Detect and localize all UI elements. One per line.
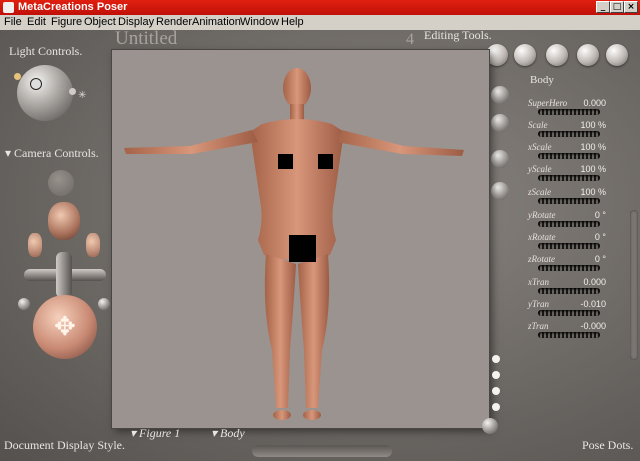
pose-dot[interactable]: [492, 403, 500, 411]
pose-dot[interactable]: [492, 355, 500, 363]
rotate-tool-icon[interactable]: [514, 44, 536, 66]
maximize-button[interactable]: □: [610, 1, 624, 13]
menu-figure[interactable]: Figure: [51, 16, 82, 28]
camera-vertical-bar[interactable]: [56, 252, 72, 298]
menu-render[interactable]: Render: [156, 16, 192, 28]
parameters-scrollbar[interactable]: [630, 210, 638, 360]
light-color-icon[interactable]: [14, 73, 21, 80]
sun-icon[interactable]: ✳: [78, 90, 86, 101]
pose-dot[interactable]: [492, 387, 500, 395]
param-dial[interactable]: [538, 153, 600, 159]
light-controls-label: Light Controls.: [9, 44, 83, 58]
param-dial[interactable]: [538, 310, 600, 316]
menu-object[interactable]: Object: [84, 16, 116, 28]
body-part-selector[interactable]: ▾ Body: [211, 426, 245, 441]
param-scale[interactable]: Scale 100 %: [528, 120, 608, 142]
document-display-style-label: Document Display Style.: [4, 438, 125, 452]
menu-window[interactable]: Window: [240, 16, 279, 28]
param-dial[interactable]: [538, 265, 600, 271]
param-dial[interactable]: [538, 288, 600, 294]
param-dial[interactable]: [538, 198, 600, 204]
right-hand-camera-icon[interactable]: [86, 233, 100, 257]
menu-animation[interactable]: Animation: [192, 16, 241, 28]
window-title: MetaCreations Poser: [18, 1, 128, 13]
document-counter: 4: [406, 31, 414, 48]
camera-option-icon[interactable]: [18, 298, 30, 310]
taper-tool-icon[interactable]: [577, 44, 599, 66]
figure-selector[interactable]: ▾ Figure 1: [130, 426, 180, 441]
camera-figure-icon[interactable]: [48, 170, 74, 196]
figure-render[interactable]: [112, 50, 489, 428]
parameters-header: Body: [530, 74, 554, 86]
param-yrotate[interactable]: yRotate 0 °: [528, 210, 608, 232]
title-bar: MetaCreations Poser _ □ ×: [0, 0, 640, 15]
minimize-button[interactable]: _: [596, 1, 610, 13]
move-cross-icon: ✥: [54, 311, 76, 341]
pose-dot-large[interactable]: [482, 418, 498, 434]
left-hand-camera-icon[interactable]: [28, 233, 42, 257]
menu-file[interactable]: File: [4, 16, 22, 28]
color-tool-icon[interactable]: [606, 44, 628, 66]
param-superhero[interactable]: SuperHero 0.000: [528, 98, 608, 120]
document-canvas[interactable]: [112, 50, 489, 428]
pose-dots-label: Pose Dots.: [582, 438, 634, 452]
workspace: Untitled 4 Editing Tools. Light Controls…: [0, 28, 640, 461]
menu-bar: File Edit Figure Object Display Render A…: [0, 15, 640, 30]
param-dial[interactable]: [538, 175, 600, 181]
light-sphere[interactable]: [17, 65, 73, 121]
light-handle[interactable]: [30, 78, 42, 90]
scale-tool-icon[interactable]: [546, 44, 568, 66]
view-tool-icon[interactable]: [491, 182, 509, 200]
param-dial[interactable]: [538, 243, 600, 249]
bottom-scroll-bar[interactable]: [252, 445, 392, 457]
param-dial[interactable]: [538, 109, 600, 115]
view-tool-icon[interactable]: [491, 150, 509, 168]
editing-tools-label: Editing Tools.: [424, 28, 492, 42]
param-dial[interactable]: [538, 131, 600, 137]
param-dial[interactable]: [538, 332, 600, 338]
param-ztran[interactable]: zTran -0.000: [528, 321, 608, 343]
document-title: Untitled: [115, 28, 178, 49]
camera-option-icon[interactable]: [98, 298, 110, 310]
param-xtran[interactable]: xTran 0.000: [528, 277, 608, 299]
menu-edit[interactable]: Edit: [27, 16, 46, 28]
param-ytran[interactable]: yTran -0.010: [528, 299, 608, 321]
view-tool-icon[interactable]: [491, 114, 509, 132]
param-xscale[interactable]: xScale 100 %: [528, 142, 608, 164]
param-yscale[interactable]: yScale 100 %: [528, 164, 608, 186]
param-xrotate[interactable]: xRotate 0 °: [528, 232, 608, 254]
close-button[interactable]: ×: [624, 1, 638, 13]
param-zscale[interactable]: zScale 100 %: [528, 187, 608, 209]
param-dial[interactable]: [538, 221, 600, 227]
menu-display[interactable]: Display: [118, 16, 154, 28]
light-color-icon[interactable]: [69, 88, 76, 95]
camera-face-icon[interactable]: [48, 202, 80, 240]
camera-controls-label: ▾ Camera Controls.: [5, 146, 99, 160]
param-zrotate[interactable]: zRotate 0 °: [528, 254, 608, 276]
pose-dot[interactable]: [492, 371, 500, 379]
menu-help[interactable]: Help: [281, 16, 304, 28]
app-icon[interactable]: [3, 2, 14, 13]
translate-tool-icon[interactable]: [486, 44, 508, 66]
view-tool-icon[interactable]: [491, 86, 509, 104]
